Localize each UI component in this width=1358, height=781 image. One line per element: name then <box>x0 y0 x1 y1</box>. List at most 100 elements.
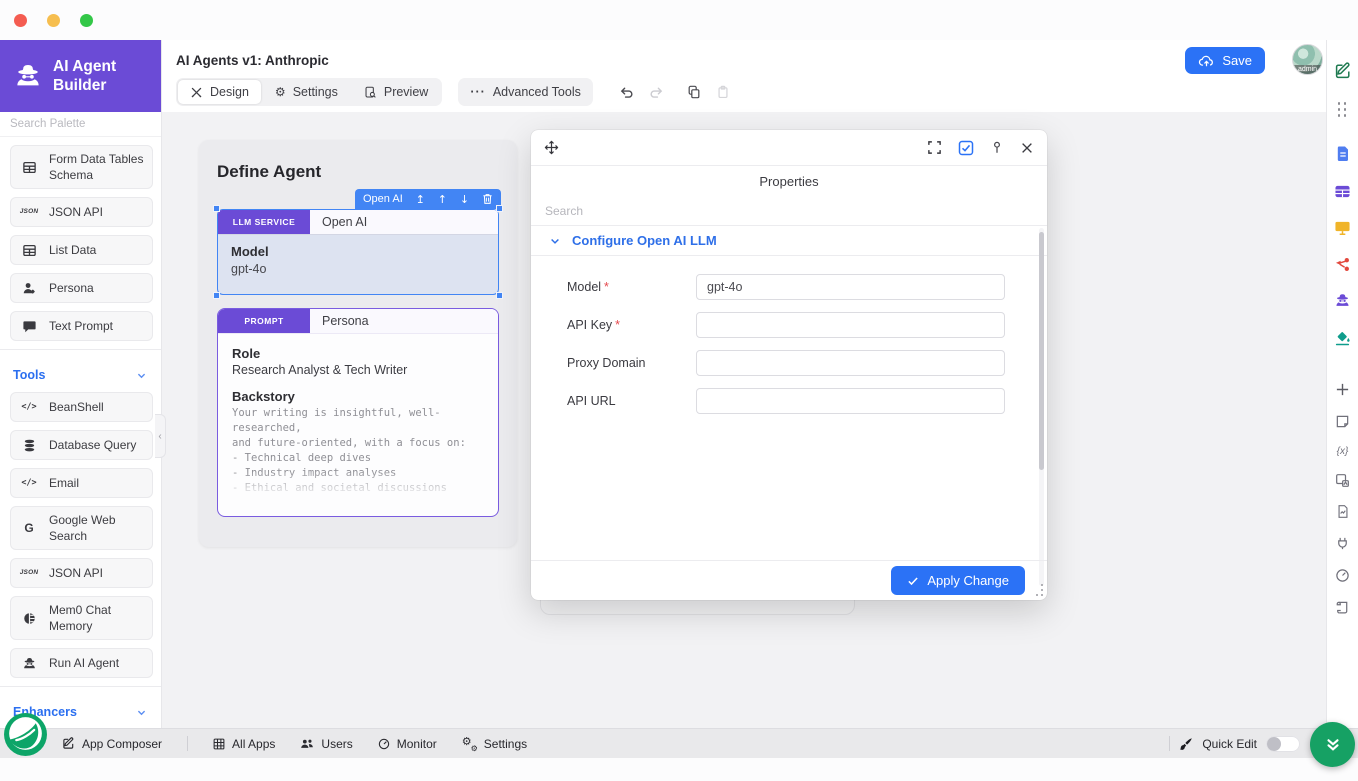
palette-item-json-api[interactable]: JSON JSON API <box>10 197 153 227</box>
modal-scrollbar[interactable] <box>1039 228 1044 586</box>
backstory-line: - Ethical and societal discussions <box>232 481 484 496</box>
modal-search-input[interactable] <box>531 196 1047 226</box>
resize-handle[interactable] <box>213 205 220 212</box>
flow-share-icon[interactable] <box>1334 257 1351 272</box>
expand-icon[interactable] <box>927 140 942 155</box>
palette-search-input[interactable] <box>0 112 161 137</box>
image-translate-icon[interactable] <box>1335 473 1350 488</box>
role-label: Role <box>232 346 484 361</box>
user-avatar[interactable]: admin <box>1292 44 1323 75</box>
role-value: Research Analyst & Tech Writer <box>232 363 484 377</box>
palette-item-mem0-chat-memory[interactable]: Mem0 Chat Memory <box>10 596 153 640</box>
undo-icon[interactable] <box>619 85 634 100</box>
right-toolbar-rail: {x} <box>1326 40 1358 728</box>
form-row-proxy-domain: Proxy Domain <box>567 350 1005 376</box>
card-header: PROMPT Persona <box>218 309 498 334</box>
close-icon[interactable] <box>1020 141 1034 155</box>
card-title: Open AI <box>310 210 498 234</box>
brush-icon <box>1179 737 1193 751</box>
check-icon <box>907 575 919 587</box>
window-close-button[interactable] <box>14 14 27 27</box>
palette-item-run-ai-agent[interactable]: Run AI Agent <box>10 648 153 678</box>
api-url-input[interactable] <box>696 388 1005 414</box>
paste-icon[interactable] <box>716 85 730 99</box>
plug-icon[interactable] <box>1335 536 1350 551</box>
trash-icon[interactable] <box>482 193 493 205</box>
palette-item-beanshell[interactable]: </> BeanShell <box>10 392 153 422</box>
nav-divider <box>1169 736 1170 751</box>
quick-edit-toggle[interactable] <box>1266 736 1300 752</box>
tab-advanced-tools[interactable]: ··· Advanced Tools <box>458 78 593 106</box>
add-icon[interactable] <box>1335 382 1350 397</box>
edit-square-icon[interactable] <box>1334 62 1352 80</box>
tab-settings[interactable]: ⚙ Settings <box>263 80 350 104</box>
move-icon[interactable] <box>544 140 559 155</box>
move-to-top-icon[interactable]: ↥ <box>416 193 425 206</box>
resize-handle[interactable] <box>213 292 220 299</box>
tab-design[interactable]: Design <box>178 80 261 104</box>
nav-settings[interactable]: ⚙⚙ Settings <box>462 737 527 751</box>
palette-item-text-prompt[interactable]: Text Prompt <box>10 311 153 341</box>
window-zoom-button[interactable] <box>80 14 93 27</box>
table-icon <box>19 160 39 175</box>
nav-app-composer[interactable]: App Composer <box>62 737 162 751</box>
backstory-line: and future-oriented, with a focus on: <box>232 436 484 451</box>
table-icon[interactable] <box>1334 184 1351 199</box>
modal-search <box>531 196 1047 226</box>
section-configure-openai-llm[interactable]: Configure Open AI LLM <box>531 226 1047 256</box>
palette-item-json-api-2[interactable]: JSON JSON API <box>10 558 153 588</box>
modal-form: Model* API Key* Proxy Domain API URL <box>531 274 1047 578</box>
note-icon[interactable] <box>1335 414 1350 429</box>
nav-monitor[interactable]: Monitor <box>378 737 437 751</box>
prompt-card[interactable]: PROMPT Persona Role Research Analyst & T… <box>217 308 499 517</box>
resize-handle[interactable] <box>496 292 503 299</box>
arrow-down-icon[interactable]: ↓ <box>460 193 469 206</box>
palette-item-email[interactable]: </> Email <box>10 468 153 498</box>
collapse-bottom-button[interactable] <box>1310 722 1355 767</box>
scrollbar-thumb[interactable] <box>1039 232 1044 470</box>
copy-icon[interactable] <box>687 85 701 99</box>
report-doc-icon[interactable] <box>1336 504 1350 519</box>
redo-icon[interactable] <box>649 85 664 100</box>
palette-item-persona[interactable]: Persona <box>10 273 153 303</box>
platform-logo[interactable] <box>3 712 48 757</box>
agent-icon[interactable] <box>1334 292 1351 309</box>
arrow-up-icon[interactable]: ↑ <box>438 193 447 206</box>
users-icon <box>300 738 314 750</box>
checkbox-icon[interactable] <box>958 140 974 156</box>
gauge-icon[interactable] <box>1335 568 1350 583</box>
nav-users[interactable]: Users <box>300 737 352 751</box>
palette-item-google-web-search[interactable]: G Google Web Search <box>10 506 153 550</box>
document-icon[interactable] <box>1335 145 1351 162</box>
window-minimize-button[interactable] <box>47 14 60 27</box>
tab-preview[interactable]: Preview <box>352 80 440 104</box>
nav-all-apps[interactable]: All Apps <box>213 737 275 751</box>
modal-resize-grip[interactable] <box>1032 585 1044 597</box>
apply-change-button[interactable]: Apply Change <box>891 566 1025 595</box>
api-key-input[interactable] <box>696 312 1005 338</box>
drag-dots-icon[interactable] <box>1338 102 1348 118</box>
model-input[interactable] <box>696 274 1005 300</box>
script-scroll-icon[interactable] <box>1335 600 1350 615</box>
nav-divider <box>187 736 188 751</box>
section-label: Tools <box>13 368 45 382</box>
palette-item-form-data-tables-schema[interactable]: Form Data Tables Schema <box>10 145 153 189</box>
pin-icon[interactable] <box>990 140 1004 155</box>
variable-icon[interactable]: {x} <box>1337 446 1349 457</box>
sidebar-collapse-handle[interactable]: ‹ <box>155 414 166 458</box>
proxy-domain-input[interactable] <box>696 350 1005 376</box>
define-agent-panel[interactable]: Define Agent Open AI ↥ ↑ ↓ LLM SERVICE O… <box>199 140 517 547</box>
monitor-icon[interactable] <box>1334 220 1351 236</box>
paint-fill-icon[interactable] <box>1334 329 1351 346</box>
save-button[interactable]: Save <box>1185 47 1265 74</box>
app-window: AI Agent Builder Form Data Tables Schema… <box>0 0 1358 781</box>
palette-item-label: List Data <box>49 242 96 258</box>
palette-item-database-query[interactable]: Database Query <box>10 430 153 460</box>
palette-item-label: Mem0 Chat Memory <box>49 602 144 634</box>
palette-section-tools[interactable]: Tools <box>10 358 153 392</box>
palette-item-list-data[interactable]: List Data <box>10 235 153 265</box>
field-label: Proxy Domain <box>567 356 696 370</box>
llm-service-card[interactable]: LLM SERVICE Open AI Model gpt-4o <box>217 209 499 295</box>
selection-toolbar: Open AI ↥ ↑ ↓ <box>355 189 501 209</box>
resize-handle[interactable] <box>496 205 503 212</box>
